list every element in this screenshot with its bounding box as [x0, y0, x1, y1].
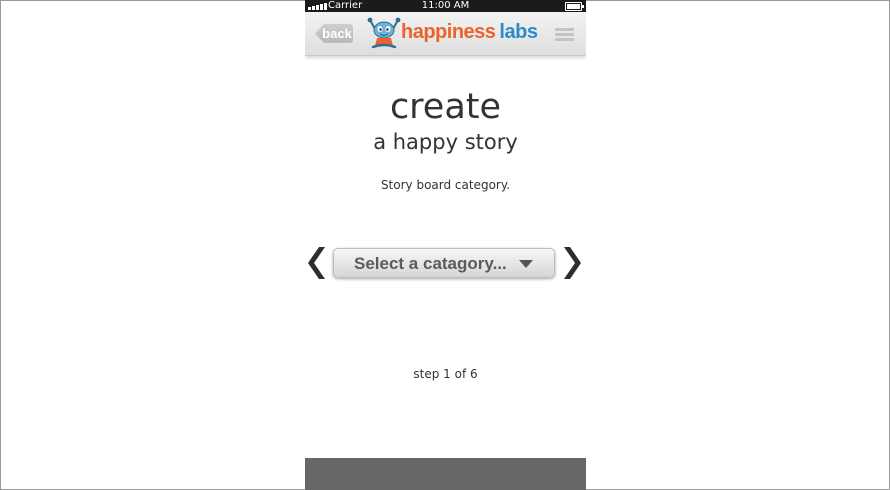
dropdown-triangle-icon: [519, 260, 533, 268]
back-button[interactable]: back: [315, 24, 353, 43]
nav-bar: back happiness labs: [305, 12, 586, 56]
previous-arrow-icon[interactable]: [306, 245, 328, 281]
step-indicator: step 1 of 6: [413, 367, 478, 381]
brand-word-labs: labs: [499, 21, 538, 43]
footer-bar: [305, 458, 586, 490]
battery-icon: [565, 2, 584, 11]
status-bar: Carrier 11:00 AM: [305, 0, 586, 12]
hamburger-menu-icon[interactable]: [555, 28, 574, 42]
category-label: Story board category.: [380, 178, 511, 192]
category-select-value: Select a catagory...: [354, 254, 507, 273]
brand-word-happiness: happiness: [401, 21, 496, 43]
page-subtitle: a happy story: [373, 130, 518, 154]
mascot-icon: [367, 17, 401, 49]
phone-screen: Carrier 11:00 AM back happiness labs crea…: [305, 0, 586, 490]
next-arrow-icon[interactable]: [561, 245, 583, 281]
page-title: create: [389, 87, 502, 127]
brand-logo: happiness labs: [401, 21, 538, 44]
status-time: 11:00 AM: [421, 0, 470, 11]
category-select[interactable]: Select a catagory...: [333, 248, 555, 278]
